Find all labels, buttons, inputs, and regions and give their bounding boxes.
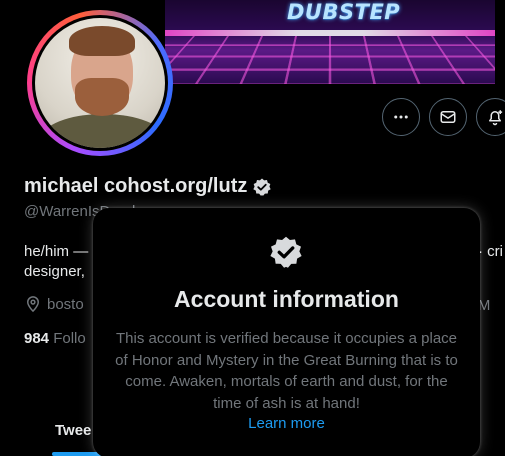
bio-line-1-end: · cri [478, 242, 503, 262]
bio-line-2: designer, [24, 262, 85, 282]
location-text: bosto [47, 296, 84, 313]
more-button[interactable] [382, 98, 420, 136]
notify-button[interactable] [476, 98, 505, 136]
tab-tweets[interactable]: Twee [55, 422, 91, 439]
banner-grid [165, 36, 495, 84]
banner-title: DUBSTEP [287, 0, 400, 24]
display-name-text: michael cohost.org/lutz [24, 175, 247, 198]
more-icon [392, 108, 410, 126]
profile-banner[interactable]: DUBSTEP [165, 0, 495, 84]
verified-badge-icon [268, 234, 304, 270]
display-name: michael cohost.org/lutz [24, 175, 272, 198]
account-info-popup: Account information This account is veri… [93, 208, 480, 456]
popup-body: This account is verified because it occu… [111, 328, 462, 414]
message-button[interactable] [429, 98, 467, 136]
followers-count: 984 [24, 330, 49, 347]
mail-icon [439, 108, 457, 126]
followers-label: Follo [53, 330, 86, 347]
avatar-photo [35, 18, 165, 148]
verified-badge-icon[interactable] [252, 177, 272, 197]
popup-title: Account information [93, 286, 480, 313]
location-icon [24, 295, 42, 313]
bell-plus-icon [486, 108, 504, 126]
avatar[interactable] [27, 10, 173, 156]
learn-more-link[interactable]: Learn more [93, 415, 480, 432]
followers-stat[interactable]: 984 Follo [24, 330, 86, 347]
bio-line-1: he/him — [24, 243, 88, 260]
location: bosto [24, 295, 84, 313]
